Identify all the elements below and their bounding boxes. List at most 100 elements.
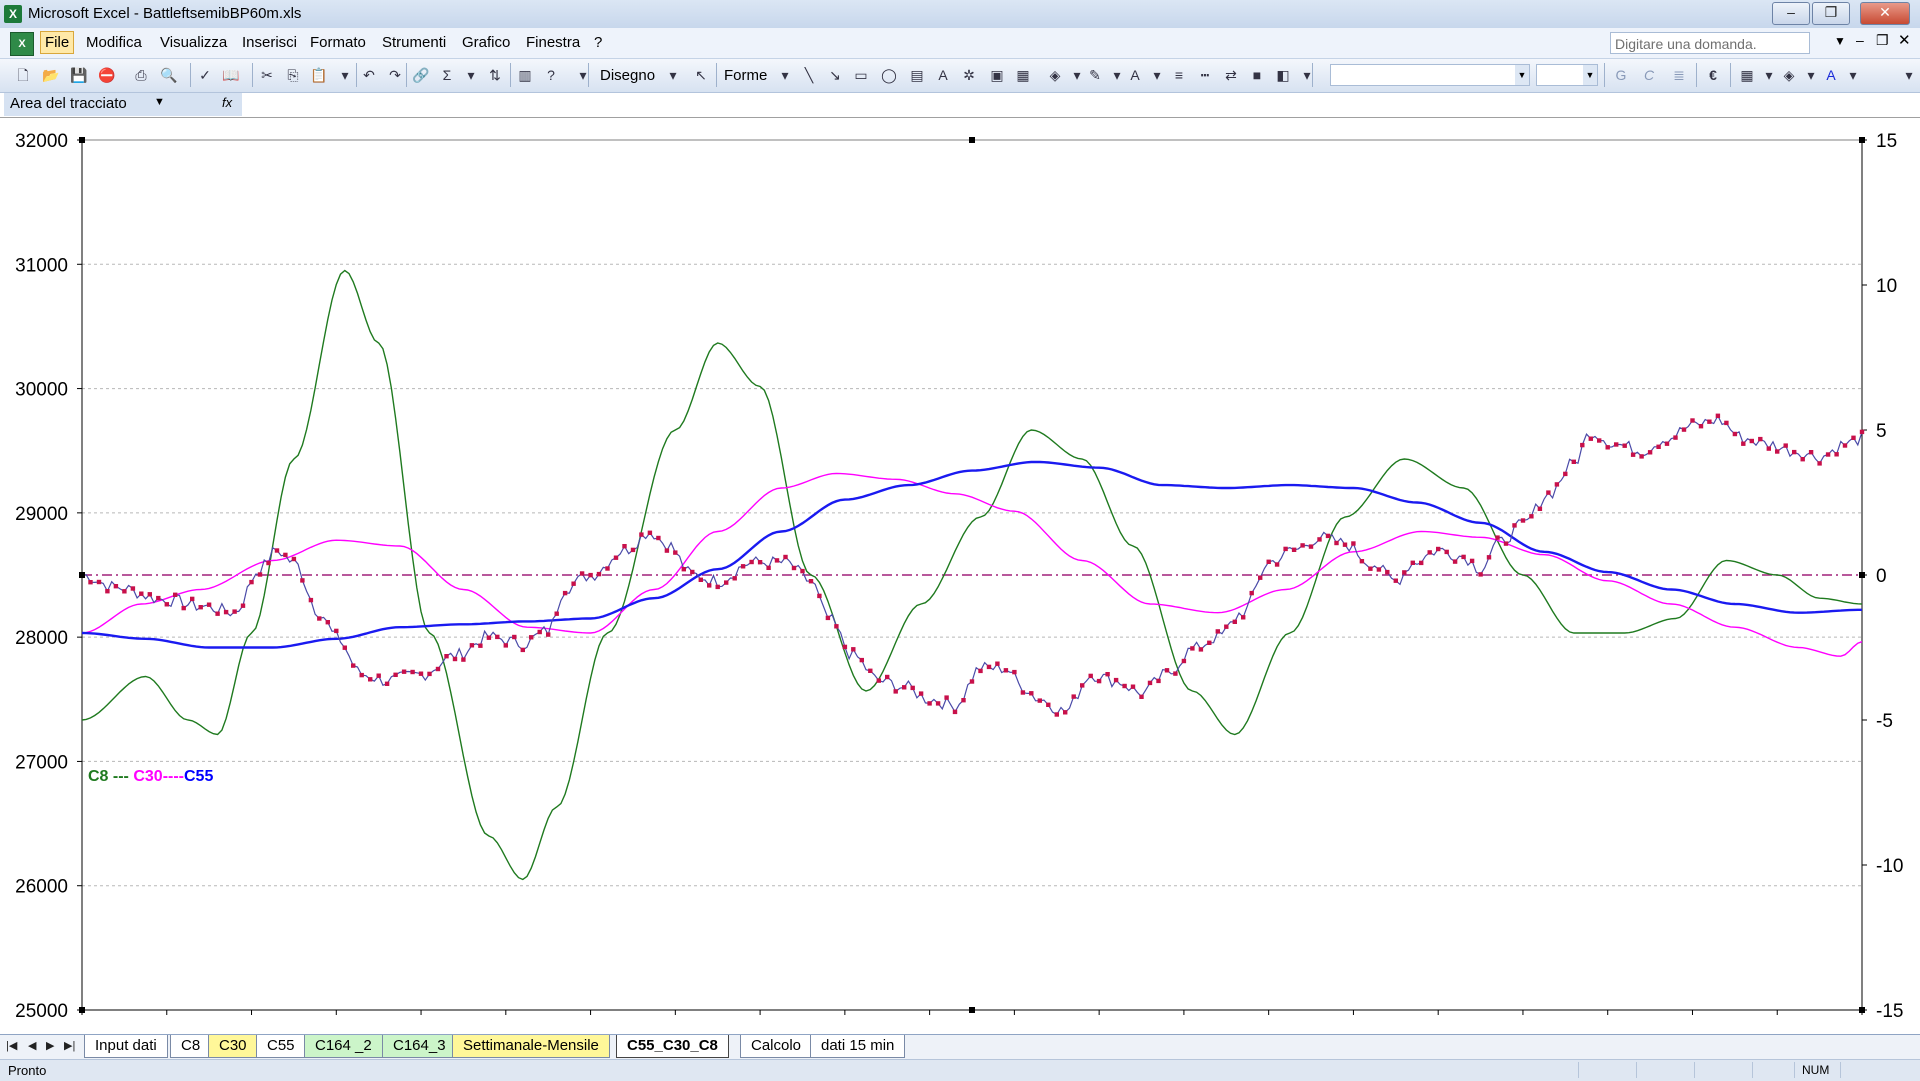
italic-button[interactable]: C: [1640, 66, 1658, 84]
diagram-icon[interactable]: ✲: [960, 66, 978, 84]
sheet-tab[interactable]: C55: [256, 1035, 306, 1058]
chart-svg[interactable]: 25000 26000 27000 28000 29000 30000 31000 32000…: [0, 118, 1920, 1035]
restore-button[interactable]: ❐: [1812, 2, 1850, 25]
borders-icon[interactable]: ▦: [1738, 66, 1756, 84]
rectangle-icon[interactable]: ▭: [852, 66, 870, 84]
toolbar-options-icon[interactable]: ▾: [1900, 66, 1918, 84]
selection-handle[interactable]: [1859, 572, 1865, 578]
selection-handle[interactable]: [79, 1007, 85, 1013]
first-sheet-icon[interactable]: |◀: [6, 1039, 17, 1052]
doc-minimize-button[interactable]: –: [1856, 32, 1864, 48]
font-color-icon[interactable]: A: [1822, 66, 1840, 84]
hyperlink-icon[interactable]: 🔗: [412, 66, 430, 84]
doc-close-button[interactable]: ✕: [1898, 31, 1911, 49]
bold-button[interactable]: G: [1612, 66, 1630, 84]
sheet-tab[interactable]: Calcolo: [740, 1035, 813, 1058]
paste-icon[interactable]: 📋: [310, 66, 328, 84]
chart-wizard-icon[interactable]: ▥: [516, 66, 534, 84]
permission-icon[interactable]: ⛔: [98, 66, 116, 84]
selection-handle[interactable]: [79, 137, 85, 143]
workbook-icon[interactable]: X: [10, 32, 34, 56]
help-icon[interactable]: ?: [542, 66, 560, 84]
autosum-icon[interactable]: Σ: [438, 66, 456, 84]
font-name-combo[interactable]: ▼: [1330, 64, 1530, 86]
menu-strumenti[interactable]: Strumenti: [382, 34, 446, 51]
undo-icon[interactable]: ↶: [360, 66, 378, 84]
chevron-down-icon[interactable]: ▾: [1844, 66, 1862, 84]
chevron-down-icon[interactable]: ▾: [1802, 66, 1820, 84]
select-pointer-icon[interactable]: ↖: [692, 66, 710, 84]
toolbar-options-icon[interactable]: ▾: [1298, 66, 1316, 84]
clipart-icon[interactable]: ▣: [988, 66, 1006, 84]
euro-button[interactable]: €: [1704, 66, 1722, 84]
prev-sheet-icon[interactable]: ◀: [28, 1039, 36, 1052]
3d-style-icon[interactable]: ◧: [1274, 66, 1292, 84]
selection-handle[interactable]: [969, 137, 975, 143]
function-icon[interactable]: fx: [222, 95, 232, 110]
print-icon[interactable]: ⎙: [132, 66, 150, 84]
chevron-down-icon[interactable]: ▾: [1108, 66, 1126, 84]
textbox-icon[interactable]: ▤: [908, 66, 926, 84]
chevron-down-icon[interactable]: ▼: [1834, 34, 1846, 48]
cut-icon[interactable]: ✂: [258, 66, 276, 84]
ask-question-input[interactable]: Digitare una domanda.: [1610, 32, 1810, 54]
chevron-down-icon[interactable]: ▾: [336, 66, 354, 84]
sheet-tab[interactable]: C164 _2: [304, 1035, 383, 1058]
menu-file[interactable]: File: [40, 31, 75, 54]
line-icon[interactable]: ╲: [800, 66, 818, 84]
sheet-tab[interactable]: Settimanale-Mensile: [452, 1035, 610, 1058]
redo-icon[interactable]: ↷: [386, 66, 404, 84]
chart-legend[interactable]: C8 --- C30----C55: [88, 768, 213, 786]
research-icon[interactable]: 📖: [222, 66, 240, 84]
shapes-menu[interactable]: Forme: [724, 67, 767, 84]
shadow-icon[interactable]: ■: [1248, 66, 1266, 84]
chevron-down-icon[interactable]: ▾: [462, 66, 480, 84]
selection-handle[interactable]: [1859, 1007, 1865, 1013]
chevron-down-icon[interactable]: ▾: [1760, 66, 1778, 84]
print-preview-icon[interactable]: 🔍: [160, 66, 178, 84]
minimize-button[interactable]: –: [1772, 2, 1810, 25]
menu-help[interactable]: ?: [594, 34, 602, 51]
oval-icon[interactable]: ◯: [880, 66, 898, 84]
fill-color-icon[interactable]: ◈: [1046, 66, 1064, 84]
picture-icon[interactable]: ▦: [1014, 66, 1032, 84]
wordart-icon[interactable]: A: [934, 66, 952, 84]
chart-object-selector[interactable]: Area del tracciato ▼: [4, 93, 242, 116]
open-folder-icon[interactable]: 📂: [42, 66, 60, 84]
spelling-icon[interactable]: ✓: [196, 66, 214, 84]
font-size-combo[interactable]: ▼: [1536, 64, 1598, 86]
dash-style-icon[interactable]: ┅: [1196, 66, 1214, 84]
last-sheet-icon[interactable]: ▶|: [64, 1039, 75, 1052]
chevron-down-icon[interactable]: ▼: [154, 96, 165, 108]
doc-restore-button[interactable]: ❐: [1876, 32, 1889, 49]
arrow-style-icon[interactable]: ⇄: [1222, 66, 1240, 84]
selection-handle[interactable]: [79, 572, 85, 578]
save-icon[interactable]: 💾: [70, 66, 88, 84]
chevron-down-icon[interactable]: ▾: [1068, 66, 1086, 84]
selection-handle[interactable]: [1859, 137, 1865, 143]
next-sheet-icon[interactable]: ▶: [46, 1039, 54, 1052]
fill-color-icon[interactable]: ◈: [1780, 66, 1798, 84]
menu-inserisci[interactable]: Inserisci: [242, 34, 297, 51]
menu-grafico[interactable]: Grafico: [462, 34, 510, 51]
close-button[interactable]: ✕: [1860, 2, 1910, 25]
arrow-icon[interactable]: ↘: [826, 66, 844, 84]
sheet-tab[interactable]: C8: [170, 1035, 212, 1058]
font-color-icon[interactable]: A: [1126, 66, 1144, 84]
sheet-tab[interactable]: C30: [208, 1035, 258, 1058]
new-file-icon[interactable]: 🗋: [14, 66, 32, 84]
chart-area[interactable]: 25000 26000 27000 28000 29000 30000 31000 32000…: [0, 118, 1920, 1035]
drawing-menu[interactable]: Disegno: [600, 67, 655, 84]
toolbar-options-icon[interactable]: ▾: [574, 66, 592, 84]
copy-icon[interactable]: ⎘: [284, 66, 302, 84]
chevron-down-icon[interactable]: ▾: [776, 66, 794, 84]
selection-handle[interactable]: [969, 1007, 975, 1013]
menu-modifica[interactable]: Modifica: [86, 34, 142, 51]
align-icon[interactable]: ≣: [1670, 66, 1688, 84]
menu-visualizza[interactable]: Visualizza: [160, 34, 227, 51]
line-style-icon[interactable]: ≡: [1170, 66, 1188, 84]
chevron-down-icon[interactable]: ▾: [1148, 66, 1166, 84]
sheet-tab[interactable]: dati 15 min: [810, 1035, 906, 1058]
sheet-tab[interactable]: C164_3: [382, 1035, 457, 1058]
line-color-icon[interactable]: ✎: [1086, 66, 1104, 84]
